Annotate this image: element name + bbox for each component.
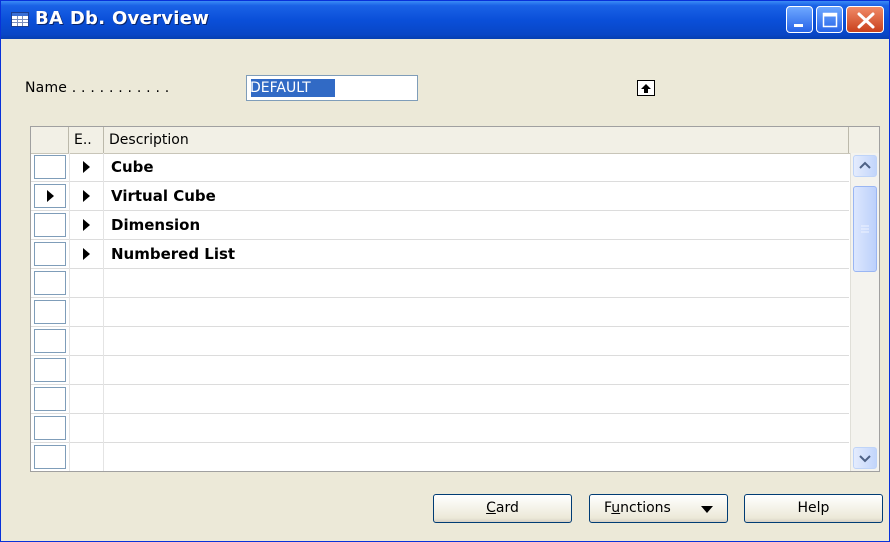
table-row[interactable]: Dimension <box>31 211 849 240</box>
table-icon <box>11 12 29 27</box>
overview-table[interactable]: E.. Description Cube Virtual Cube Dimensio… <box>30 126 880 472</box>
card-button-accelerator: C <box>486 500 496 516</box>
dropdown-arrow-icon <box>701 506 713 513</box>
row-selector[interactable] <box>34 300 66 324</box>
expand-cell <box>69 269 104 298</box>
close-button[interactable] <box>846 6 884 33</box>
grip-icon <box>861 225 869 233</box>
lookup-button[interactable] <box>637 80 655 96</box>
help-button[interactable]: Help <box>744 494 883 523</box>
expand-cell <box>69 385 104 414</box>
functions-menu-button[interactable]: Functions <box>589 494 728 523</box>
table-row[interactable]: Cube <box>31 153 849 182</box>
expand-cell[interactable] <box>69 153 104 182</box>
column-header-description[interactable]: Description <box>104 127 849 153</box>
row-selector[interactable] <box>34 445 66 469</box>
row-selector[interactable] <box>34 155 66 179</box>
row-description: Cube <box>111 158 154 176</box>
row-description: Virtual Cube <box>111 187 216 205</box>
name-input[interactable] <box>250 79 382 97</box>
help-button-label: Help <box>797 500 830 516</box>
row-selector[interactable] <box>34 387 66 411</box>
row-description: Dimension <box>111 216 201 234</box>
minimize-icon <box>794 24 803 27</box>
scroll-thumb[interactable] <box>853 186 877 272</box>
close-icon <box>857 12 875 29</box>
table-row[interactable]: Numbered List <box>31 240 849 269</box>
title-bar[interactable]: BA Db. Overview <box>1 1 889 39</box>
table-row[interactable]: Virtual Cube <box>31 182 849 211</box>
expand-cell[interactable] <box>69 240 104 269</box>
table-row[interactable] <box>31 269 849 298</box>
functions-button-label: nctions <box>620 500 671 516</box>
name-field[interactable] <box>246 75 655 101</box>
current-row-indicator-icon <box>47 190 54 202</box>
row-description: Numbered List <box>111 245 236 263</box>
header-filler <box>849 127 879 153</box>
table-row[interactable] <box>31 414 849 443</box>
chevron-up-icon <box>859 161 871 169</box>
expand-cell[interactable] <box>69 211 104 240</box>
ba-db-overview-window: BA Db. Overview Name . . . . . . . . . .… <box>0 0 890 542</box>
column-header-expand[interactable]: E.. <box>69 127 104 153</box>
card-button-label: ard <box>495 500 519 516</box>
expand-arrow-icon[interactable] <box>83 219 90 231</box>
table-row[interactable] <box>31 298 849 327</box>
row-selector[interactable] <box>34 358 66 382</box>
expand-cell <box>69 356 104 385</box>
card-button[interactable]: Card <box>433 494 572 523</box>
row-selector[interactable] <box>34 184 66 208</box>
scroll-down-button[interactable] <box>853 447 877 469</box>
row-selector[interactable] <box>34 416 66 440</box>
expand-cell <box>69 298 104 327</box>
scroll-up-button[interactable] <box>853 155 877 177</box>
row-selector-header <box>31 127 69 153</box>
window-title: BA Db. Overview <box>35 8 210 29</box>
table-header: E.. Description <box>31 127 879 154</box>
minimize-button[interactable] <box>786 6 813 33</box>
expand-arrow-icon[interactable] <box>83 190 90 202</box>
row-selector[interactable] <box>34 329 66 353</box>
table-row[interactable] <box>31 385 849 414</box>
expand-arrow-icon[interactable] <box>83 161 90 173</box>
vertical-scrollbar[interactable] <box>850 153 879 471</box>
functions-button-accelerator: u <box>611 500 621 516</box>
expand-cell <box>69 443 104 471</box>
expand-cell <box>69 327 104 356</box>
table-row[interactable] <box>31 327 849 356</box>
expand-cell[interactable] <box>69 182 104 211</box>
chevron-down-icon <box>859 455 871 463</box>
expand-arrow-icon[interactable] <box>83 248 90 260</box>
table-row[interactable] <box>31 356 849 385</box>
name-label: Name . . . . . . . . . . . <box>25 80 170 96</box>
maximize-button[interactable] <box>816 6 843 33</box>
row-selector[interactable] <box>34 213 66 237</box>
lookup-arrow-up-icon <box>641 84 651 93</box>
expand-cell <box>69 414 104 443</box>
maximize-icon <box>822 12 838 28</box>
row-selector[interactable] <box>34 271 66 295</box>
table-row[interactable] <box>31 443 849 471</box>
row-selector[interactable] <box>34 242 66 266</box>
